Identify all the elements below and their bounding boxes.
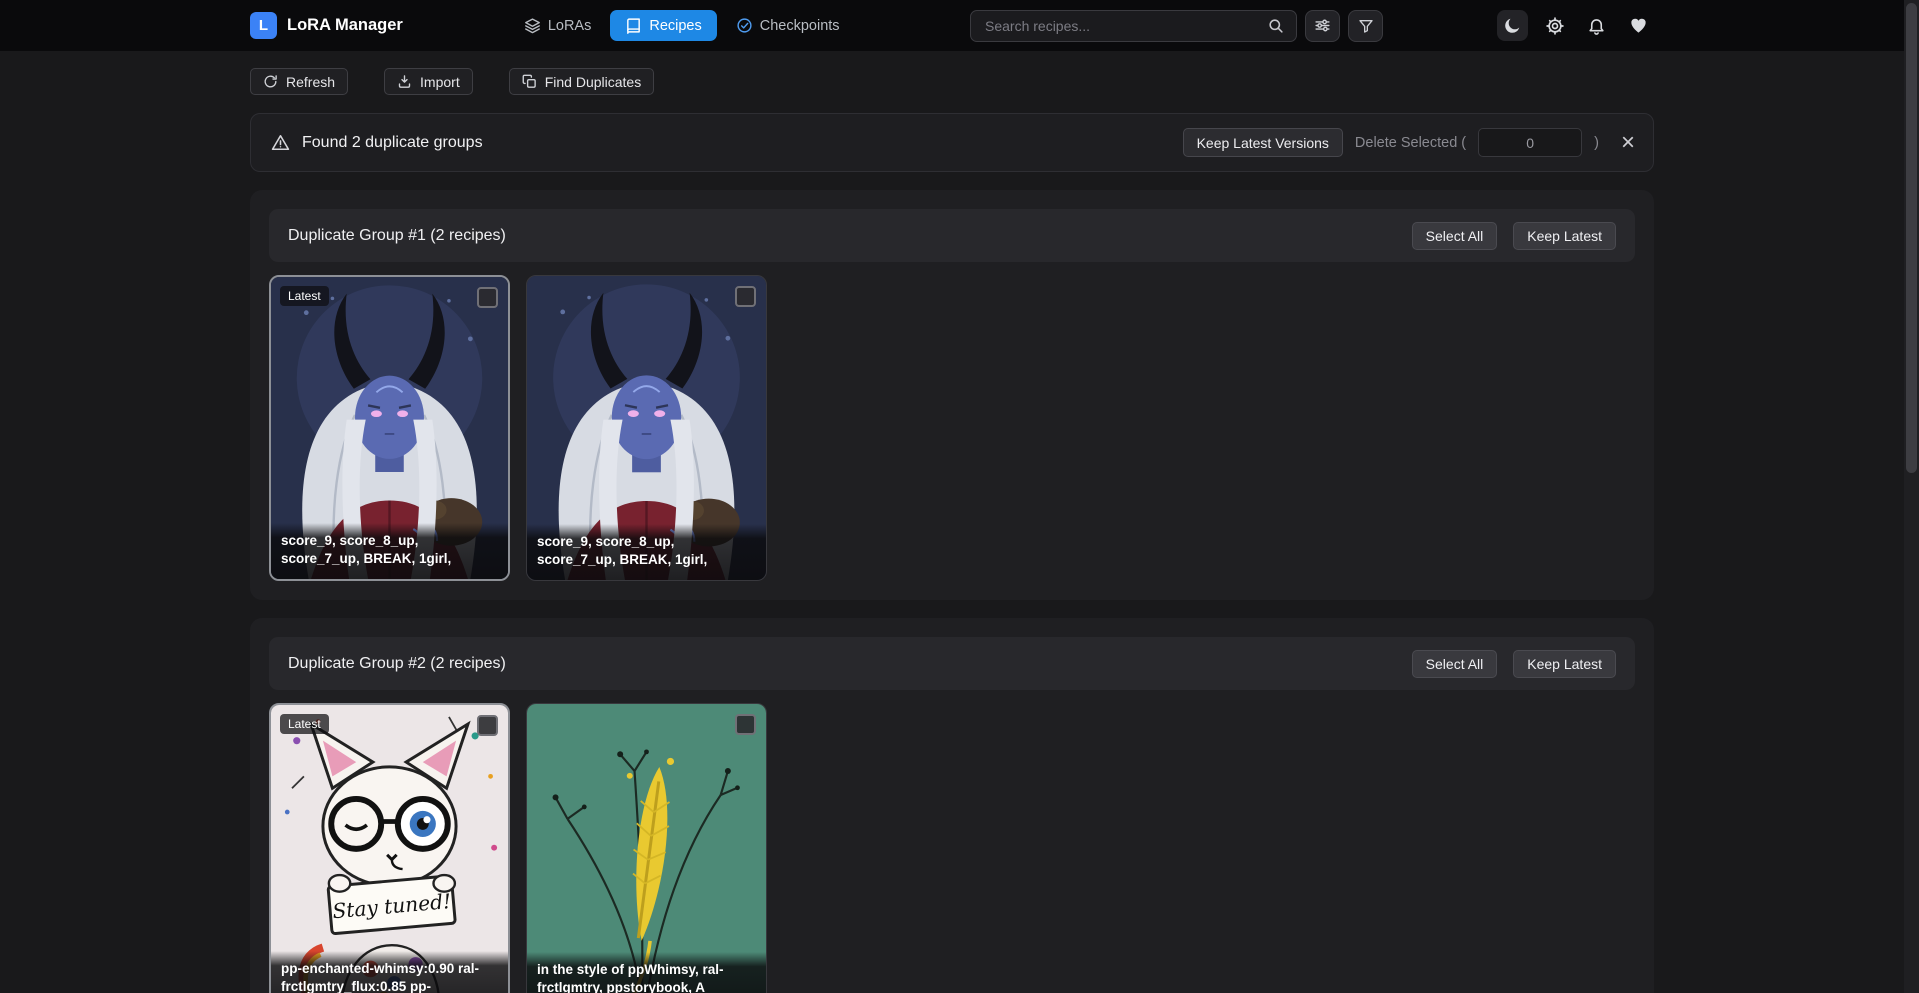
scrollbar[interactable]: [1904, 0, 1919, 993]
recipe-image-yellow-feather: [527, 704, 766, 993]
group-1-title: Duplicate Group #1 (2 recipes): [288, 227, 506, 245]
import-icon: [397, 74, 412, 89]
funnel-icon: [1358, 18, 1374, 34]
bell-icon: [1587, 16, 1606, 35]
group-1-actions: Select All Keep Latest: [1412, 222, 1616, 250]
filter-button[interactable]: [1348, 10, 1383, 42]
group-1-header: Duplicate Group #1 (2 recipes) Select Al…: [269, 209, 1635, 262]
top-navbar: L LoRA Manager LoRAs Recipes: [0, 0, 1904, 51]
warning-triangle-icon: [271, 133, 290, 152]
banner-actions: Keep Latest Versions Delete Selected ( )…: [1183, 128, 1635, 157]
layers-icon: [524, 17, 541, 34]
group-2-header: Duplicate Group #2 (2 recipes) Select Al…: [269, 637, 1635, 690]
search-input[interactable]: [985, 18, 1265, 34]
card-caption: score_9, score_8_up, score_7_up, BREAK, …: [527, 524, 766, 580]
sliders-button[interactable]: [1305, 10, 1340, 42]
card-checkbox[interactable]: [735, 286, 756, 307]
nav-label-recipes: Recipes: [649, 18, 701, 34]
navbar-search-area: [970, 10, 1383, 42]
search-icon: [1267, 17, 1284, 34]
recipe-card[interactable]: score_9, score_8_up, score_7_up, BREAK, …: [526, 275, 767, 581]
theme-toggle-button[interactable]: [1497, 10, 1528, 41]
nav-tab-loras[interactable]: LoRAs: [515, 10, 601, 41]
card-caption: pp-enchanted-whimsy:0.90 ral-frctlgmtry_…: [271, 951, 508, 993]
group-2-keep-latest-button[interactable]: Keep Latest: [1513, 650, 1616, 678]
latest-badge: Latest: [280, 714, 329, 734]
group-2-select-all-button[interactable]: Select All: [1412, 650, 1498, 678]
find-duplicates-button[interactable]: Find Duplicates: [509, 68, 655, 95]
nav-label-checkpoints: Checkpoints: [760, 18, 840, 34]
card-checkbox[interactable]: [477, 287, 498, 308]
card-caption: score_9, score_8_up, score_7_up, BREAK, …: [271, 523, 508, 579]
copy-icon: [522, 74, 537, 89]
moon-icon: [1503, 16, 1522, 35]
toolbar: Refresh Import Find Duplicates: [250, 68, 1654, 95]
nav-tab-checkpoints[interactable]: Checkpoints: [727, 10, 849, 41]
navbar-inner: L LoRA Manager LoRAs Recipes: [250, 0, 1654, 51]
scrollbar-thumb[interactable]: [1906, 3, 1917, 473]
refresh-icon: [263, 74, 278, 89]
card-caption: in the style of ppWhimsy, ral-frctlgmtry…: [527, 952, 766, 993]
page: L LoRA Manager LoRAs Recipes: [0, 0, 1904, 993]
heart-icon: [1629, 16, 1648, 35]
close-banner-button[interactable]: ×: [1621, 131, 1635, 155]
search-box: [970, 10, 1297, 42]
app-title: LoRA Manager: [287, 16, 403, 35]
sliders-icon: [1314, 17, 1331, 34]
main-nav: LoRAs Recipes Checkpoints: [515, 10, 849, 41]
group-1-select-all-button[interactable]: Select All: [1412, 222, 1498, 250]
duplicate-group-2: Duplicate Group #2 (2 recipes) Select Al…: [250, 618, 1654, 993]
delete-count-input[interactable]: [1478, 128, 1582, 157]
find-duplicates-label: Find Duplicates: [545, 74, 642, 90]
duplicates-banner: Found 2 duplicate groups Keep Latest Ver…: [250, 113, 1654, 172]
group-2-title: Duplicate Group #2 (2 recipes): [288, 655, 506, 673]
navbar-icon-cluster: [1497, 10, 1654, 41]
recipe-image-whimsical-cat: Stay tuned!: [271, 705, 508, 993]
card-checkbox[interactable]: [477, 715, 498, 736]
recipe-card[interactable]: Stay tuned! Latest pp-enchanted-whimsy:0…: [269, 703, 510, 993]
banner-message: Found 2 duplicate groups: [302, 134, 483, 152]
group-1-keep-latest-button[interactable]: Keep Latest: [1513, 222, 1616, 250]
delete-selected-label: Delete Selected (: [1355, 135, 1466, 151]
app-brand[interactable]: L LoRA Manager: [250, 12, 403, 39]
support-button[interactable]: [1623, 10, 1654, 41]
check-circle-icon: [736, 17, 753, 34]
refresh-label: Refresh: [286, 74, 335, 90]
nav-tab-recipes[interactable]: Recipes: [610, 10, 716, 41]
book-icon: [625, 17, 642, 34]
keep-latest-versions-button[interactable]: Keep Latest Versions: [1183, 128, 1343, 157]
group-1-cards: Latest score_9, score_8_up, score_7_up, …: [269, 275, 1635, 581]
group-2-actions: Select All Keep Latest: [1412, 650, 1616, 678]
app-logo-icon: L: [250, 12, 277, 39]
gear-icon: [1545, 16, 1565, 36]
recipe-card[interactable]: Latest score_9, score_8_up, score_7_up, …: [269, 275, 510, 581]
refresh-button[interactable]: Refresh: [250, 68, 348, 95]
delete-selected-label-suffix: ): [1594, 135, 1599, 151]
main-content: Refresh Import Find Duplicates Found 2 d…: [250, 68, 1654, 993]
search-button[interactable]: [1265, 15, 1286, 36]
nav-label-loras: LoRAs: [548, 18, 592, 34]
settings-button[interactable]: [1539, 10, 1570, 41]
import-button[interactable]: Import: [384, 68, 473, 95]
notifications-button[interactable]: [1581, 10, 1612, 41]
latest-badge: Latest: [280, 286, 329, 306]
recipe-card[interactable]: in the style of ppWhimsy, ral-frctlgmtry…: [526, 703, 767, 993]
card-checkbox[interactable]: [735, 714, 756, 735]
import-label: Import: [420, 74, 460, 90]
group-2-cards: Stay tuned! Latest pp-enchanted-whimsy:0…: [269, 703, 1635, 993]
duplicate-group-1: Duplicate Group #1 (2 recipes) Select Al…: [250, 190, 1654, 600]
